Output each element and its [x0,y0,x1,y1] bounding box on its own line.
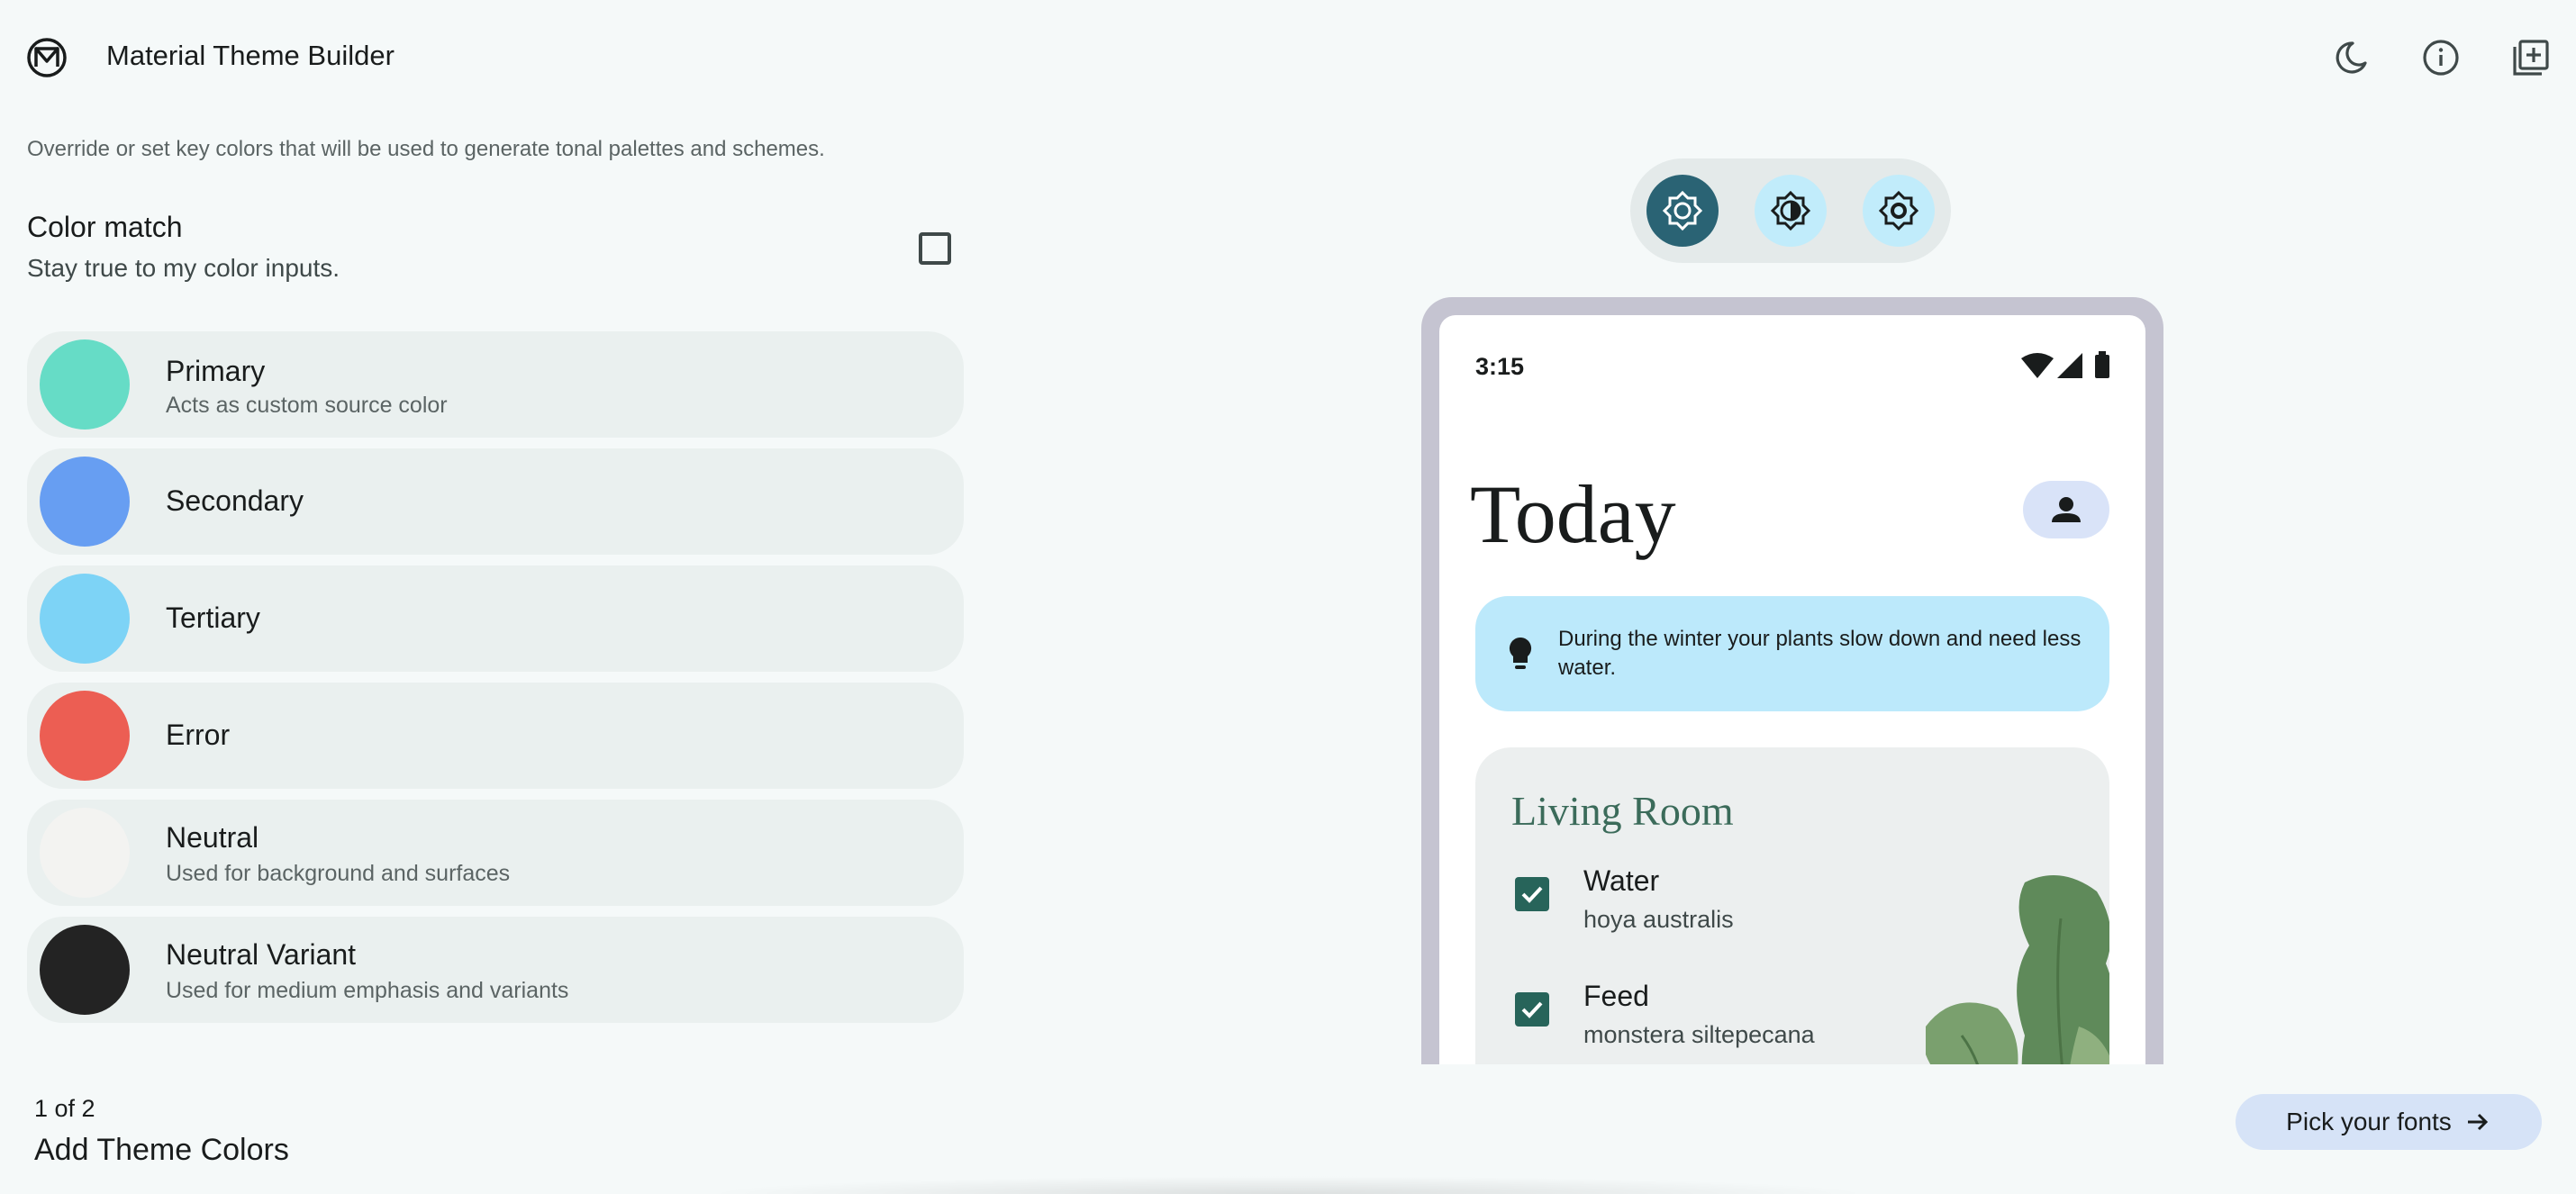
color-swatch[interactable] [40,574,130,664]
task-name: Feed [1583,980,1649,1012]
task-plant: hoya australis [1583,906,1734,933]
color-row-secondary[interactable]: Secondary [27,448,964,555]
battery-icon [2095,355,2109,378]
theme-mode-switch [1630,158,1951,263]
color-match-subtitle: Stay true to my color inputs. [27,254,340,282]
color-row-tertiary[interactable]: Tertiary [27,565,964,672]
status-icons [2021,351,2111,384]
task-plant: monstera siltepecana [1583,1021,1815,1048]
color-swatch[interactable] [40,691,130,781]
material-logo-icon[interactable] [25,36,68,79]
task-name: Water [1583,864,1660,897]
task-checkbox[interactable] [1515,992,1549,1027]
step-title: Add Theme Colors [34,1133,289,1167]
arrow-forward-icon [2467,1113,2488,1131]
color-swatch[interactable] [40,925,130,1015]
room-card: Living Room Water hoya australis Feed mo… [1475,747,2109,1064]
color-match-checkbox[interactable] [919,232,951,265]
phone-screen: 3:15 Today During the winter your plants… [1439,315,2145,1064]
color-name: Neutral [166,821,259,854]
color-description: Used for background and surfaces [166,861,511,886]
plant-illustration [1926,875,2109,1064]
top-app-bar: Material Theme Builder [0,0,2576,115]
contrast-icon [1770,190,1811,231]
color-row-primary[interactable]: Primary Acts as custom source color [27,331,964,438]
color-match-title: Color match [27,211,183,243]
contrast-mode-button[interactable] [1755,175,1827,247]
color-row-neutral-variant[interactable]: Neutral Variant Used for medium emphasis… [27,917,964,1023]
check-icon [1521,1001,1543,1018]
pick-fonts-button[interactable]: Pick your fonts [2236,1094,2542,1150]
color-row-error[interactable]: Error [27,683,964,789]
color-name: Neutral Variant [166,938,357,971]
room-title: Living Room [1511,788,1734,834]
cellular-signal-icon [2057,353,2082,378]
wifi-icon [2021,353,2054,378]
add-to-library-icon[interactable] [2509,36,2553,79]
color-name: Secondary [166,484,304,517]
color-name: Primary [166,355,266,387]
tip-banner: During the winter your plants slow down … [1475,596,2109,711]
color-description: Used for medium emphasis and variants [166,978,569,1003]
color-name: Tertiary [166,602,260,634]
dark-mode-button[interactable] [1863,175,1935,247]
phone-heading: Today [1470,468,1676,560]
task-checkbox[interactable] [1515,877,1549,911]
profile-button[interactable] [2023,481,2109,538]
brightness-icon [1662,190,1703,231]
brightness-high-icon [1878,190,1919,231]
pick-fonts-label: Pick your fonts [2286,1108,2452,1135]
app-title: Material Theme Builder [106,40,395,71]
info-icon[interactable] [2419,36,2463,79]
light-mode-button[interactable] [1646,175,1719,247]
color-description: Acts as custom source color [166,393,448,418]
person-icon [2052,497,2081,522]
color-swatch[interactable] [40,339,130,430]
color-swatch[interactable] [40,808,130,898]
intro-text: Override or set key colors that will be … [27,137,825,161]
step-counter: 1 of 2 [34,1095,95,1122]
color-swatch[interactable] [40,457,130,547]
color-row-neutral[interactable]: Neutral Used for background and surfaces [27,800,964,906]
lightbulb-icon [1509,637,1532,669]
color-name: Error [166,719,231,751]
tip-text: During the winter your plants slow down … [1558,627,2082,680]
check-icon [1521,886,1543,903]
status-bar-time: 3:15 [1475,353,1525,380]
dark-mode-icon[interactable] [2329,36,2372,79]
bottom-bar [0,1064,2576,1194]
